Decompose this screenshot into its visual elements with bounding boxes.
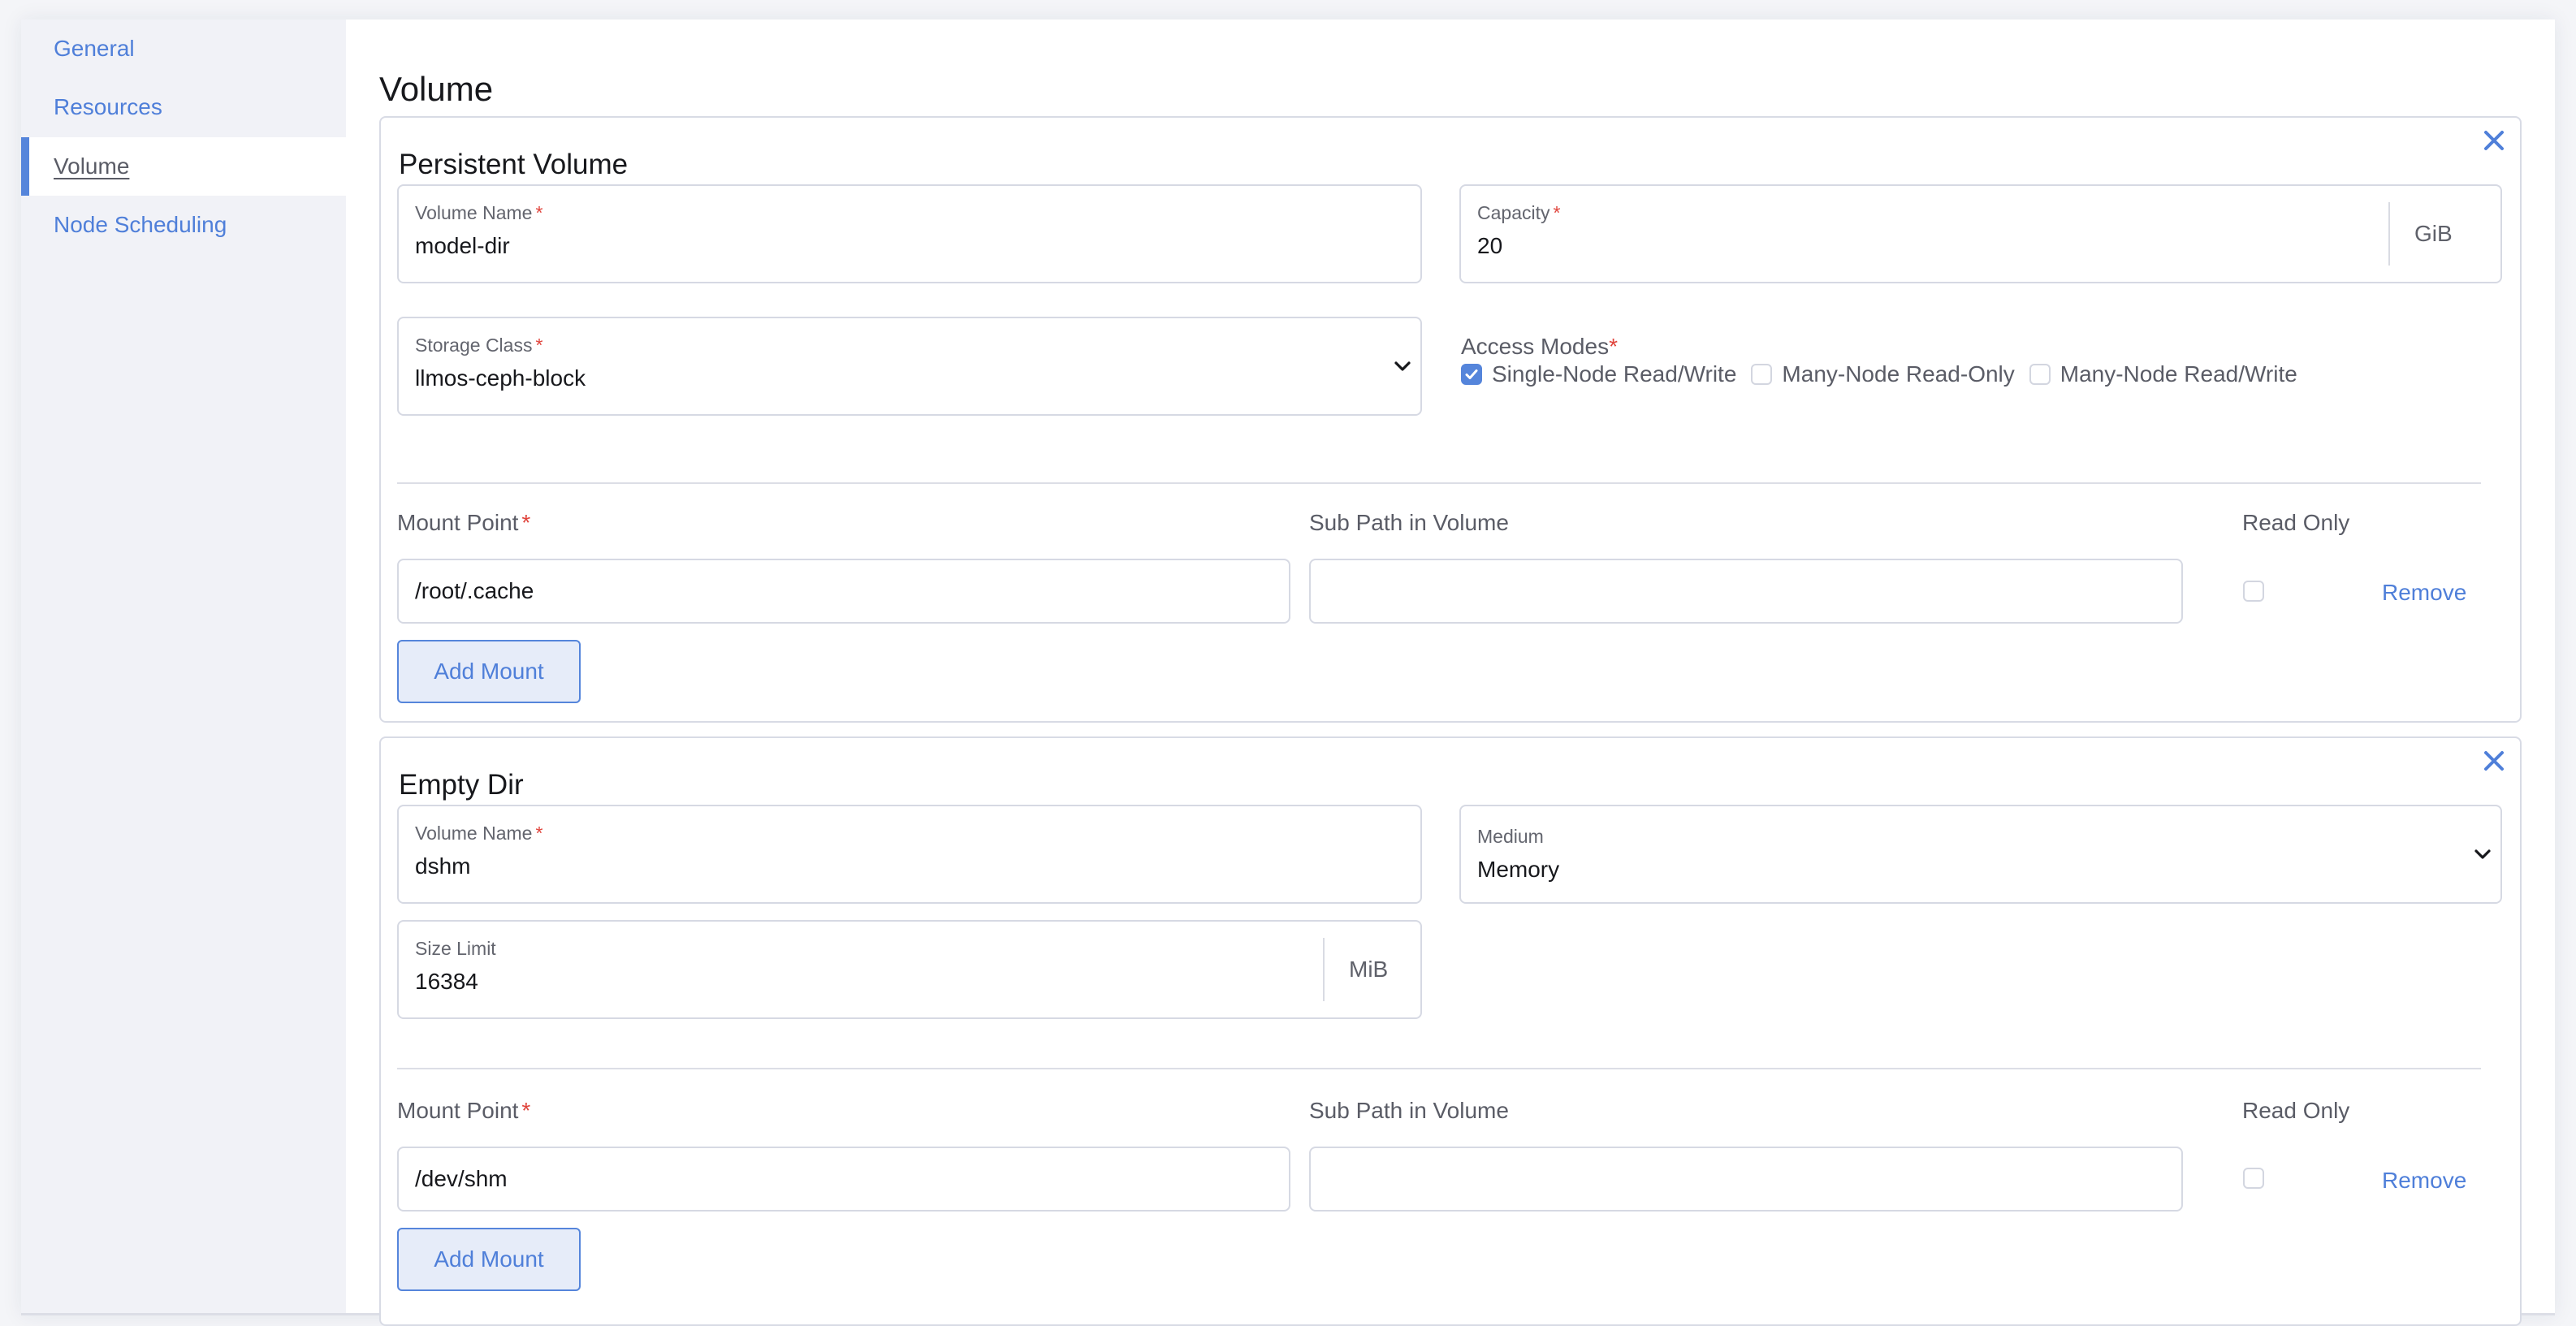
sub-path-input[interactable]	[1309, 559, 2183, 624]
chevron-down-icon	[2473, 806, 2492, 902]
checkbox[interactable]	[2029, 364, 2051, 385]
mount-point-input[interactable]: /dev/shm	[397, 1147, 1290, 1212]
persistent-volume-card: Persistent Volume Volume Name * model-dir…	[379, 116, 2522, 723]
access-modes-group: Access Modes* Single-Node Read/Write Man…	[1461, 334, 2312, 387]
remove-volume-button[interactable]	[2478, 124, 2510, 157]
read-only-label: Read Only	[2242, 510, 2350, 535]
chevron-down-icon	[1393, 318, 1412, 414]
read-only-checkbox[interactable]	[2243, 581, 2264, 602]
sidebar-item-node-scheduling[interactable]: Node Scheduling	[21, 196, 346, 254]
sidebar-item-volume[interactable]: Volume	[21, 137, 346, 196]
mount-point-label: Mount Point *	[397, 1098, 531, 1123]
suffix-divider	[1323, 938, 1325, 1001]
read-only-checkbox[interactable]	[2243, 1168, 2264, 1189]
card-title: Empty Dir	[399, 769, 524, 801]
remove-mount-link[interactable]: Remove	[2382, 580, 2466, 606]
capacity-field[interactable]: Capacity * 20 GiB	[1459, 184, 2502, 283]
field-label: Medium	[1477, 826, 1544, 847]
sub-path-input[interactable]	[1309, 1147, 2183, 1212]
access-mode-label: Many-Node Read-Only	[1782, 361, 2015, 387]
suffix-divider	[2388, 202, 2390, 266]
field-label: Capacity *	[1477, 202, 1561, 223]
section-divider	[397, 482, 2481, 484]
field-label: Volume Name *	[415, 202, 543, 223]
check-icon	[1465, 369, 1478, 379]
sidebar-item-label: Volume	[54, 153, 130, 179]
access-mode-label: Single-Node Read/Write	[1492, 361, 1737, 387]
remove-volume-button[interactable]	[2478, 745, 2510, 777]
field-label: Size Limit	[415, 938, 496, 959]
size-limit-value: 16384	[415, 969, 478, 994]
volume-name-field[interactable]: Volume Name * model-dir	[397, 184, 1422, 283]
checkbox-checked[interactable]	[1461, 364, 1482, 385]
capacity-unit: GiB	[2414, 221, 2453, 246]
page-title: Volume	[379, 70, 494, 108]
access-modes-label: Access Modes*	[1461, 334, 1618, 359]
mount-point-input[interactable]: /root/.cache	[397, 559, 1290, 624]
card-title: Persistent Volume	[399, 149, 629, 180]
access-mode-many-node-rw[interactable]: Many-Node Read/Write	[2029, 361, 2297, 387]
access-mode-many-node-ro[interactable]: Many-Node Read-Only	[1751, 361, 2015, 387]
read-only-label: Read Only	[2242, 1098, 2350, 1123]
field-label: Volume Name *	[415, 823, 543, 844]
size-limit-field[interactable]: Size Limit 16384 MiB	[397, 920, 1422, 1019]
sub-path-label: Sub Path in Volume	[1309, 1098, 1509, 1123]
mount-point-label: Mount Point *	[397, 510, 531, 535]
volume-name-value: model-dir	[415, 233, 510, 258]
capacity-value: 20	[1477, 233, 1503, 258]
sidebar-item-general[interactable]: General	[21, 19, 346, 78]
access-mode-label: Many-Node Read/Write	[2060, 361, 2297, 387]
size-limit-unit: MiB	[1349, 957, 1389, 982]
settings-container: General Resources Volume Node Scheduling…	[21, 19, 2555, 1326]
sidebar: General Resources Volume Node Scheduling	[21, 19, 346, 1313]
sub-path-label: Sub Path in Volume	[1309, 510, 1509, 535]
close-icon	[2484, 751, 2504, 771]
volume-name-value: dshm	[415, 853, 471, 879]
field-label: Storage Class *	[415, 335, 543, 356]
empty-dir-card: Empty Dir Volume Name * dshm Medium Memor…	[379, 736, 2522, 1326]
storage-class-value: llmos-ceph-block	[415, 365, 586, 391]
add-mount-button[interactable]: Add Mount	[397, 640, 581, 703]
checkbox[interactable]	[1751, 364, 1773, 385]
sidebar-item-label: General	[54, 36, 135, 61]
medium-value: Memory	[1477, 857, 1560, 882]
remove-mount-link[interactable]: Remove	[2382, 1168, 2466, 1194]
sidebar-item-label: Resources	[54, 94, 162, 119]
access-mode-single-node-rw[interactable]: Single-Node Read/Write	[1461, 361, 1736, 387]
add-mount-button[interactable]: Add Mount	[397, 1228, 581, 1291]
sidebar-item-resources[interactable]: Resources	[21, 78, 346, 136]
volume-name-field[interactable]: Volume Name * dshm	[397, 805, 1422, 904]
sidebar-item-label: Node Scheduling	[54, 212, 227, 237]
storage-class-select[interactable]: Storage Class * llmos-ceph-block	[397, 317, 1422, 416]
close-icon	[2484, 131, 2504, 150]
section-divider	[397, 1068, 2481, 1069]
medium-select[interactable]: Medium Memory	[1459, 805, 2502, 904]
